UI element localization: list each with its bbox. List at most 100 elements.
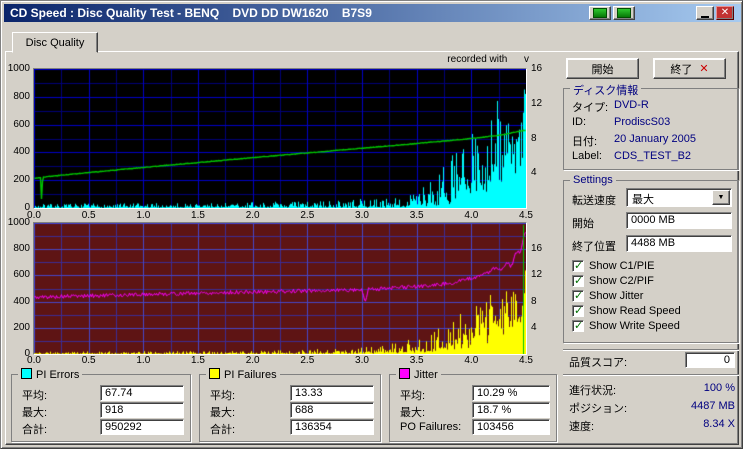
check-icon: ✓	[574, 275, 584, 287]
jitter-swatch	[399, 368, 410, 379]
axis-tick-label: 0.0	[27, 355, 41, 366]
axis-tick-label: 400	[13, 146, 30, 158]
disc-id-label: ID:	[572, 116, 587, 128]
disc-id-value: ProdiscS03	[614, 116, 671, 128]
window-title: CD Speed : Disc Quality Test - BENQ DVD …	[10, 6, 372, 20]
checkbox-show-read-speed[interactable]: ✓	[572, 305, 584, 317]
pi-errors-total-value: 950292	[100, 419, 184, 435]
avg-label: 平均:	[400, 390, 426, 402]
end-position-label: 終了位置	[572, 241, 616, 253]
axis-tick-label: 8	[531, 132, 537, 144]
check-icon: ✓	[574, 260, 584, 272]
pi-errors-panel: PI Errors 平均: 67.74 最大: 918 合計: 950292	[11, 368, 191, 442]
total-label: 合計:	[210, 424, 236, 436]
end-position-field[interactable]: 4488 MB	[626, 235, 732, 252]
bottom-chart-x-axis: 0.0 0.5 1.0 1.5 2.0 2.5 3.0 3.5 4.0 4.5	[27, 355, 533, 368]
max-label: 最大:	[400, 407, 426, 419]
speed-value: 8.34 X	[703, 418, 735, 430]
po-failures-label: PO Failures:	[400, 421, 462, 433]
minimize-icon	[701, 15, 709, 18]
chevron-down-icon[interactable]: ▼	[712, 190, 730, 205]
axis-tick-label: 800	[13, 243, 30, 255]
axis-tick-label: 4.0	[464, 355, 479, 366]
axis-tick-label: 8	[531, 295, 537, 307]
speed-label: 速度:	[569, 421, 595, 433]
titlebar[interactable]: CD Speed : Disc Quality Test - BENQ DVD …	[4, 4, 741, 22]
pi-errors-panel-title: PI Errors	[18, 368, 83, 381]
pi-failures-panel: PI Failures 平均: 13.33 最大: 688 合計: 136354	[199, 368, 381, 442]
check-icon: ✓	[574, 290, 584, 302]
settings-title: Settings	[570, 174, 616, 186]
axis-tick-label: 3.0	[355, 210, 369, 221]
jitter-panel: Jitter 平均: 10.29 % 最大: 18.7 % PO Failure…	[389, 368, 557, 442]
checkbox-show-jitter[interactable]: ✓	[572, 290, 584, 302]
pi-failures-swatch	[209, 368, 220, 379]
disc-date-value: 20 January 2005	[614, 133, 696, 145]
green-indicator-button-1[interactable]	[589, 6, 611, 20]
disc-info-group: ディスク情報 タイプ: DVD-R ID: ProdiscS03 日付: 20 …	[563, 82, 739, 170]
progress-value: 100 %	[703, 382, 735, 394]
checkbox-show-write-speed[interactable]: ✓	[572, 320, 584, 332]
axis-tick-label: 200	[13, 174, 30, 186]
minimize-button[interactable]	[696, 6, 714, 20]
pi-errors-max-value: 918	[100, 402, 184, 418]
bottom-chart-left-axis: 1000 800 600 400 200 0	[3, 218, 32, 359]
po-failures-value: 103456	[472, 419, 550, 435]
axis-tick-label: 600	[13, 118, 30, 130]
disc-info-title: ディスク情報	[570, 82, 642, 98]
progress-label: 進行状況:	[569, 385, 617, 397]
axis-tick-label: 3.5	[409, 210, 424, 221]
disc-type-label: タイプ:	[572, 102, 609, 114]
start-button[interactable]: 開始	[566, 58, 639, 79]
pi-errors-avg-value: 67.74	[100, 385, 184, 401]
axis-tick-label: 1.5	[191, 355, 205, 366]
checkbox-show-write-speed-label: Show Write Speed	[589, 320, 680, 332]
exit-x-icon: ✕	[699, 63, 709, 75]
close-button[interactable]: ✕	[716, 6, 734, 20]
transfer-speed-dropdown[interactable]: 最大 ▼	[626, 188, 732, 207]
jitter-max-value: 18.7 %	[472, 402, 550, 418]
pi-errors-chart	[34, 69, 526, 208]
position-value: 4487 MB	[690, 400, 735, 412]
top-chart-frame	[33, 68, 527, 209]
tab-label: Disc Quality	[25, 36, 85, 49]
max-label: 最大:	[22, 407, 48, 419]
axis-tick-label: 2.5	[300, 210, 315, 221]
axis-tick-label: 4.0	[464, 210, 479, 221]
exit-button[interactable]: 終了 ✕	[653, 58, 726, 79]
check-icon: ✓	[574, 305, 584, 317]
axis-tick-label: 4	[531, 321, 537, 333]
checkbox-show-read-speed-label: Show Read Speed	[589, 305, 681, 317]
axis-tick-label: 1000	[7, 63, 30, 74]
app-window: CD Speed : Disc Quality Test - BENQ DVD …	[0, 0, 743, 449]
green-indicator-button-2[interactable]	[613, 6, 635, 20]
axis-tick-label: 2.0	[245, 210, 260, 221]
checkbox-show-c1-pie-label: Show C1/PIE	[589, 260, 655, 272]
jitter-avg-value: 10.29 %	[472, 385, 550, 401]
bottom-chart-frame	[33, 222, 527, 355]
axis-tick-label: 1.0	[136, 210, 151, 221]
checkbox-show-c1-pie[interactable]: ✓	[572, 260, 584, 272]
pi-failures-max-value: 688	[290, 402, 374, 418]
green-monitor-icon	[617, 8, 631, 18]
axis-tick-label: 1000	[7, 217, 30, 228]
axis-tick-label: 1.5	[191, 210, 205, 221]
start-position-field[interactable]: 0000 MB	[626, 212, 732, 229]
close-icon: ✕	[720, 7, 730, 18]
tab-disc-quality[interactable]: Disc Quality	[12, 32, 98, 53]
pi-failures-panel-title: PI Failures	[206, 368, 280, 381]
quality-score-field: 0	[685, 352, 735, 368]
axis-tick-label: 12	[531, 269, 543, 281]
quality-score-label: 品質スコア:	[569, 357, 628, 369]
bottom-chart-right-axis: 16 12 8 4	[529, 223, 551, 354]
transfer-speed-label: 転送速度	[572, 195, 616, 207]
disc-label-value: CDS_TEST_B2	[614, 150, 692, 162]
axis-tick-label: 200	[13, 321, 30, 333]
green-monitor-icon	[593, 8, 607, 18]
axis-tick-label: 0.5	[81, 355, 96, 366]
axis-tick-label: 600	[13, 269, 30, 281]
checkbox-show-c2-pif[interactable]: ✓	[572, 275, 584, 287]
axis-tick-label: 4.5	[519, 355, 533, 366]
axis-tick-label: 3.5	[409, 355, 424, 366]
jitter-panel-title: Jitter	[396, 368, 441, 381]
